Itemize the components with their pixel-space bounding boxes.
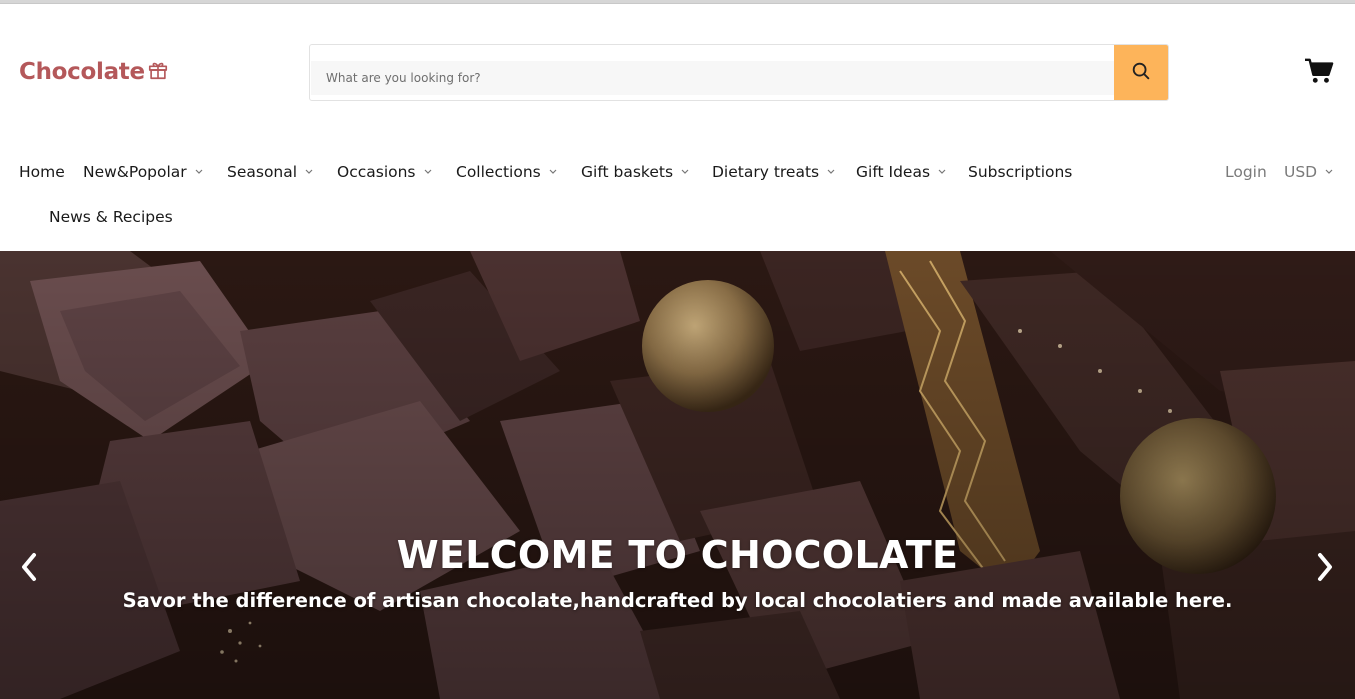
site-logo[interactable]: Chocolate — [19, 57, 169, 87]
hero-subtitle: Savor the difference of artisan chocolat… — [122, 589, 1233, 612]
login-label: Login — [1225, 163, 1267, 181]
nav-label: New&Popolar — [83, 163, 187, 181]
cart-button[interactable] — [1303, 58, 1335, 88]
search-input[interactable] — [311, 61, 1114, 95]
chevron-down-icon — [681, 169, 689, 175]
hero-title: WELCOME TO CHOCOLATE — [396, 533, 959, 577]
cart-icon — [1304, 57, 1334, 89]
nav-label: News & Recipes — [49, 208, 173, 226]
login-link[interactable]: Login — [1225, 163, 1267, 181]
hero-slider: WELCOME TO CHOCOLATE Savor the differenc… — [0, 251, 1355, 699]
nav-label: Seasonal — [227, 163, 298, 181]
slider-prev-button[interactable] — [14, 551, 44, 587]
nav-item-gift-ideas[interactable]: Gift Ideas — [856, 163, 946, 181]
nav-label: Gift Ideas — [856, 163, 931, 181]
slider-next-button[interactable] — [1310, 551, 1340, 587]
nav-label: Subscriptions — [968, 163, 1073, 181]
nav-item-news-recipes[interactable]: News & Recipes — [49, 208, 173, 226]
gift-icon — [147, 59, 169, 85]
nav-item-subscriptions[interactable]: Subscriptions — [968, 163, 1072, 181]
chevron-down-icon — [549, 169, 557, 175]
nav-label: Occasions — [337, 163, 416, 181]
nav-item-new-popular[interactable]: New&Popolar — [83, 163, 203, 181]
currency-label: USD — [1284, 163, 1318, 181]
browser-top-border — [0, 0, 1355, 4]
nav-item-gift-baskets[interactable]: Gift baskets — [581, 163, 689, 181]
chevron-down-icon — [424, 169, 432, 175]
chevron-right-icon — [1315, 552, 1335, 586]
search-button[interactable] — [1114, 45, 1168, 100]
chevron-left-icon — [19, 552, 39, 586]
chevron-down-icon — [305, 169, 313, 175]
chevron-down-icon — [195, 169, 203, 175]
chevron-down-icon — [827, 169, 835, 175]
nav-item-dietary-treats[interactable]: Dietary treats — [712, 163, 835, 181]
nav-label: Collections — [456, 163, 541, 181]
chevron-down-icon — [1325, 169, 1333, 175]
nav-label: Dietary treats — [712, 163, 820, 181]
chevron-down-icon — [938, 169, 946, 175]
nav-item-home[interactable]: Home — [19, 163, 65, 181]
main-nav: Home New&Popolar Seasonal Occasions Coll… — [0, 152, 1355, 252]
search-icon — [1130, 60, 1152, 85]
hero-background-image — [0, 251, 1355, 699]
nav-item-seasonal[interactable]: Seasonal — [227, 163, 313, 181]
nav-label: Home — [19, 163, 65, 181]
nav-label: Gift baskets — [581, 163, 674, 181]
nav-item-occasions[interactable]: Occasions — [337, 163, 432, 181]
currency-selector[interactable]: USD — [1284, 163, 1333, 181]
nav-item-collections[interactable]: Collections — [456, 163, 557, 181]
search-bar — [309, 44, 1169, 101]
logo-text: Chocolate — [19, 59, 145, 85]
